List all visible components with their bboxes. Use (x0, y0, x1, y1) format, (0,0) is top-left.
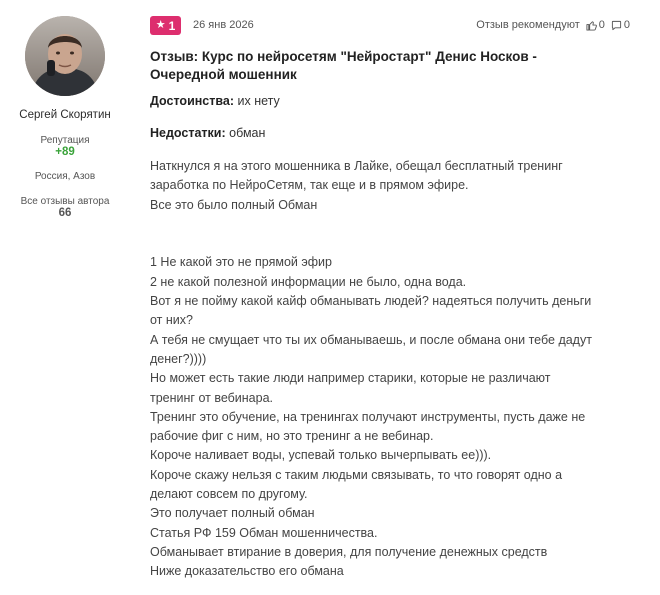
comment-icon (611, 20, 621, 30)
comment-count: 0 (623, 19, 630, 31)
review-pros: Достоинства: их нету (150, 94, 280, 108)
review-line: Тренинг это обучение, на тренингах получ… (150, 409, 586, 424)
cons-label: Недостатки: (150, 126, 226, 140)
avatar-photo (25, 16, 105, 96)
review-line: Все это было полный Обман (150, 197, 318, 212)
reputation-value: +89 (55, 146, 75, 158)
pros-label: Достоинства: (150, 94, 235, 108)
review-line: заработка по НейроСетям, так еще и в пря… (150, 178, 469, 193)
like-count: 0 (598, 19, 605, 31)
comments-button[interactable]: 0 (611, 19, 630, 31)
review-line: Наткнулся я на этого мошенника в Лайке, … (150, 159, 563, 173)
rating-value: 1 (168, 18, 176, 33)
review-line: 1 Не какой это не прямой эфир (150, 255, 332, 270)
review-date: 26 янв 2026 (193, 19, 254, 31)
review-cons: Недостатки: обман (150, 126, 265, 140)
author-location: Россия, Азов (34, 171, 96, 182)
review-line: Короче скажу нельзя с таким людьми связы… (150, 467, 563, 482)
review-line: А тебя не смущает что ты их обманываешь,… (150, 332, 592, 347)
review-line: от них? (150, 313, 193, 328)
review-line: 2 не какой полезной информации не было, … (150, 274, 467, 289)
reputation-label: Репутация (40, 135, 90, 146)
review-line: рабочие фиг с ним, но это тренинг а не в… (150, 429, 434, 444)
cons-value: обман (225, 126, 266, 140)
review-title: Отзыв: Курс по нейросетям "Нейростарт" Д… (150, 49, 537, 82)
review-line: Обманывает втирание в доверия, для получ… (150, 544, 548, 559)
like-button[interactable]: 0 (586, 19, 605, 31)
review-line: Но может есть такие люди например старик… (150, 371, 551, 386)
review-line: Это получает полный обман (150, 506, 315, 521)
review-line: тренинг от вебинара. (150, 390, 274, 405)
author-avatar[interactable] (25, 16, 105, 96)
review-line: Ниже доказательство его обмана (150, 564, 344, 579)
review-line: Вот я не пойму какой кайф обманывать люд… (150, 294, 592, 309)
all-reviews-link[interactable]: Все отзывы автора (0, 196, 130, 207)
author-name[interactable]: Сергей Скорятин (0, 109, 130, 121)
recommend-label: Отзыв рекомендуют (476, 19, 580, 31)
rating-badge: ★ 1 (150, 16, 181, 35)
review-body: Наткнулся я на этого мошенника в Лайке, … (150, 157, 640, 582)
pros-value: их нету (234, 94, 280, 108)
all-reviews-count: 66 (58, 207, 72, 219)
review-line: денег?)))) (150, 351, 207, 366)
review-line: делают совсем по другому. (150, 487, 308, 502)
star-icon: ★ (155, 19, 166, 31)
review-line: Статья РФ 159 Обман мошенничества. (150, 525, 378, 540)
review-actions: Отзыв рекомендуют 0 0 (476, 19, 630, 31)
thumbs-up-icon (586, 20, 597, 31)
review-line: Короче наливает воды, успевай только выч… (150, 448, 492, 463)
